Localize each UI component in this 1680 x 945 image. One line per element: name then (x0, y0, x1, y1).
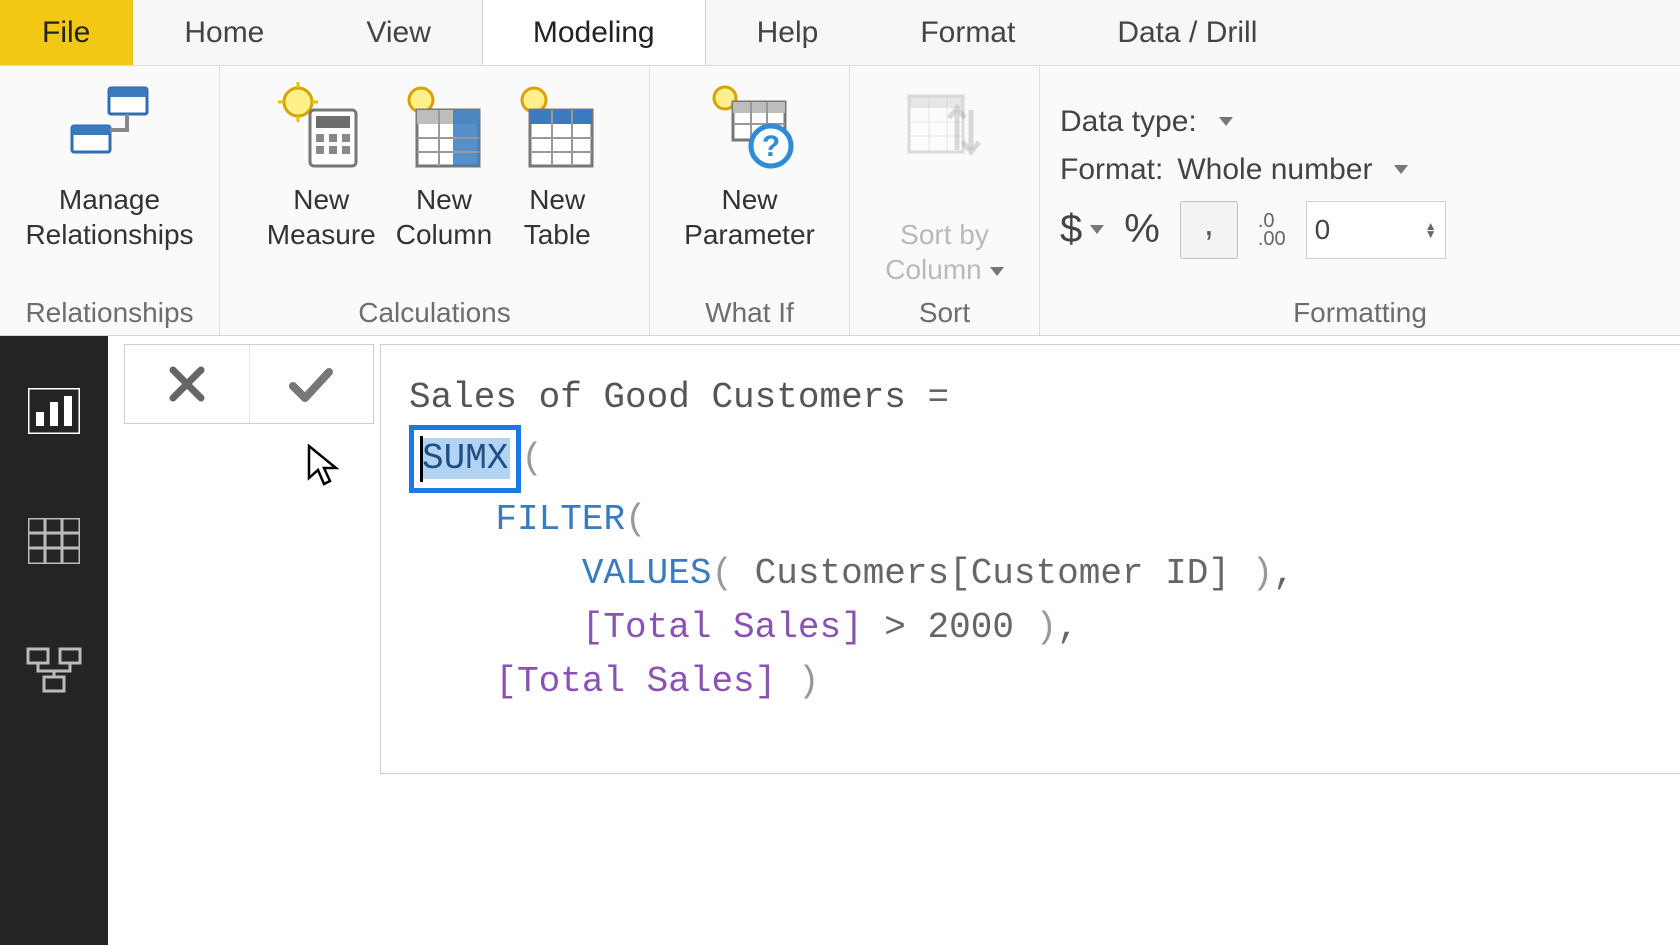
measure-ref-1: [Total Sales] (582, 607, 863, 648)
data-type-row: Data type: (1044, 101, 1233, 149)
ribbon-group-whatif: ? New Parameter What If (650, 66, 850, 335)
ribbon-group-relationships: Manage Relationships Relationships (0, 66, 220, 335)
model-icon (26, 647, 82, 695)
group-label-whatif: What If (650, 293, 849, 335)
bar-chart-icon (28, 388, 80, 434)
percent-format-button[interactable]: % (1124, 207, 1160, 252)
cancel-formula-button[interactable] (125, 345, 249, 423)
group-label-formatting: Formatting (1040, 293, 1680, 335)
group-label-calculations: Calculations (220, 293, 649, 335)
chevron-down-icon (1090, 225, 1104, 234)
thousands-separator-button[interactable]: , (1180, 201, 1238, 259)
new-table-button[interactable]: New Table (502, 76, 612, 252)
tab-home[interactable]: Home (133, 0, 315, 65)
tab-file[interactable]: File (0, 0, 133, 65)
table-icon (512, 80, 602, 176)
new-parameter-label: New Parameter (684, 182, 815, 252)
canvas-area: Iter Sales of Good Customers = SUMX( FIL… (108, 336, 1680, 945)
workspace: Iter Sales of Good Customers = SUMX( FIL… (0, 336, 1680, 945)
new-measure-label: New Measure (267, 182, 376, 252)
column-icon (399, 80, 489, 176)
tab-data-drill[interactable]: Data / Drill (1066, 0, 1308, 65)
manage-relationships-label: Manage Relationships (25, 182, 193, 252)
formula-toolbar (124, 344, 374, 424)
group-label-relationships: Relationships (0, 293, 219, 335)
commit-formula-button[interactable] (249, 345, 374, 423)
decimal-places-input[interactable]: 0 ▲▼ (1306, 201, 1446, 259)
currency-format-button[interactable]: $ (1060, 207, 1104, 252)
sort-by-column-label: Sort by Column (885, 182, 1003, 287)
canvas-background-title: Iter (178, 646, 372, 796)
format-label: Format: (1060, 153, 1163, 187)
measure-ref-2: [Total Sales] (495, 661, 776, 702)
measure-icon (276, 80, 366, 176)
view-rail (0, 336, 108, 945)
parameter-icon: ? (705, 80, 795, 176)
decimal-places-value: 0 (1315, 214, 1331, 246)
mouse-cursor-icon (306, 444, 342, 488)
manage-relationships-button[interactable]: Manage Relationships (15, 76, 203, 252)
close-icon (163, 360, 211, 408)
format-row: Format: Whole number (1044, 149, 1408, 197)
tab-format[interactable]: Format (869, 0, 1066, 65)
check-icon (285, 360, 337, 408)
measure-name: Sales of Good Customers (409, 377, 906, 418)
ribbon: Manage Relationships Relationships New M… (0, 66, 1680, 336)
func-values: VALUES (582, 553, 712, 594)
ribbon-group-sort: Sort by Column Sort (850, 66, 1040, 335)
ribbon-tab-strip: File Home View Modeling Help Format Data… (0, 0, 1680, 66)
new-column-label: New Column (396, 182, 492, 252)
format-value[interactable]: Whole number (1177, 153, 1372, 187)
grid-icon (28, 518, 80, 564)
group-label-sort: Sort (850, 293, 1039, 335)
sort-by-column-button[interactable]: Sort by Column (875, 76, 1013, 287)
selected-token: SUMX (409, 425, 521, 493)
currency-icon: $ (1060, 207, 1082, 252)
model-view-button[interactable] (0, 636, 108, 706)
data-view-button[interactable] (0, 506, 108, 576)
tab-help[interactable]: Help (706, 0, 870, 65)
sort-icon (899, 80, 989, 176)
new-table-label: New Table (524, 182, 591, 252)
report-view-button[interactable] (0, 376, 108, 446)
tab-modeling[interactable]: Modeling (482, 0, 706, 65)
tab-view[interactable]: View (315, 0, 481, 65)
new-parameter-button[interactable]: ? New Parameter (674, 76, 825, 252)
relationships-icon (64, 80, 154, 176)
ribbon-group-formatting: Data type: Format: Whole number $ % , .0… (1040, 66, 1680, 335)
new-column-button[interactable]: New Column (386, 76, 502, 252)
func-filter: FILTER (495, 499, 625, 540)
chevron-down-icon[interactable] (1219, 117, 1233, 126)
chevron-down-icon[interactable] (1394, 165, 1408, 174)
new-measure-button[interactable]: New Measure (257, 76, 386, 252)
data-type-label: Data type: (1060, 105, 1197, 139)
spinner-arrows-icon[interactable]: ▲▼ (1425, 222, 1437, 238)
svg-text:?: ? (761, 130, 779, 163)
chevron-down-icon (990, 267, 1004, 276)
decimal-places-icon: .0 .00 (1258, 212, 1286, 248)
formula-editor[interactable]: Sales of Good Customers = SUMX( FILTER( … (380, 344, 1680, 774)
ribbon-group-calculations: New Measure New Column (220, 66, 650, 335)
